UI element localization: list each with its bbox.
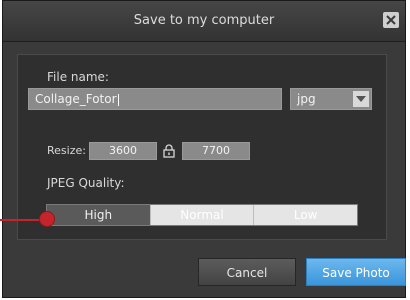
quality-option-low[interactable]: Low <box>253 205 358 225</box>
cancel-button[interactable]: Cancel <box>198 258 296 286</box>
format-value: jpg <box>297 92 316 106</box>
file-name-value: Collage_Fotor <box>35 92 117 106</box>
quality-option-high[interactable]: High <box>47 205 150 225</box>
text-caret <box>117 93 119 106</box>
format-select[interactable]: jpg <box>290 88 372 110</box>
file-name-label: File name: <box>47 70 109 84</box>
lock-icon[interactable] <box>162 144 176 158</box>
resize-label: Resize: <box>47 144 86 157</box>
chevron-down-icon[interactable] <box>353 91 369 107</box>
quality-option-normal[interactable]: Normal <box>149 205 254 225</box>
height-input[interactable]: 7700 <box>182 142 250 160</box>
dialog-title: Save to my computer <box>133 13 275 28</box>
annotation-pointer-dot <box>39 211 55 227</box>
dialog-titlebar: Save to my computer <box>3 1 405 42</box>
width-input[interactable]: 3600 <box>89 142 157 160</box>
file-name-input[interactable]: Collage_Fotor <box>28 88 282 110</box>
jpeg-quality-label: JPEG Quality: <box>47 176 125 190</box>
save-photo-button[interactable]: Save Photo <box>306 258 406 286</box>
close-icon[interactable] <box>383 12 399 28</box>
jpeg-quality-selector: High Normal Low <box>46 204 358 226</box>
